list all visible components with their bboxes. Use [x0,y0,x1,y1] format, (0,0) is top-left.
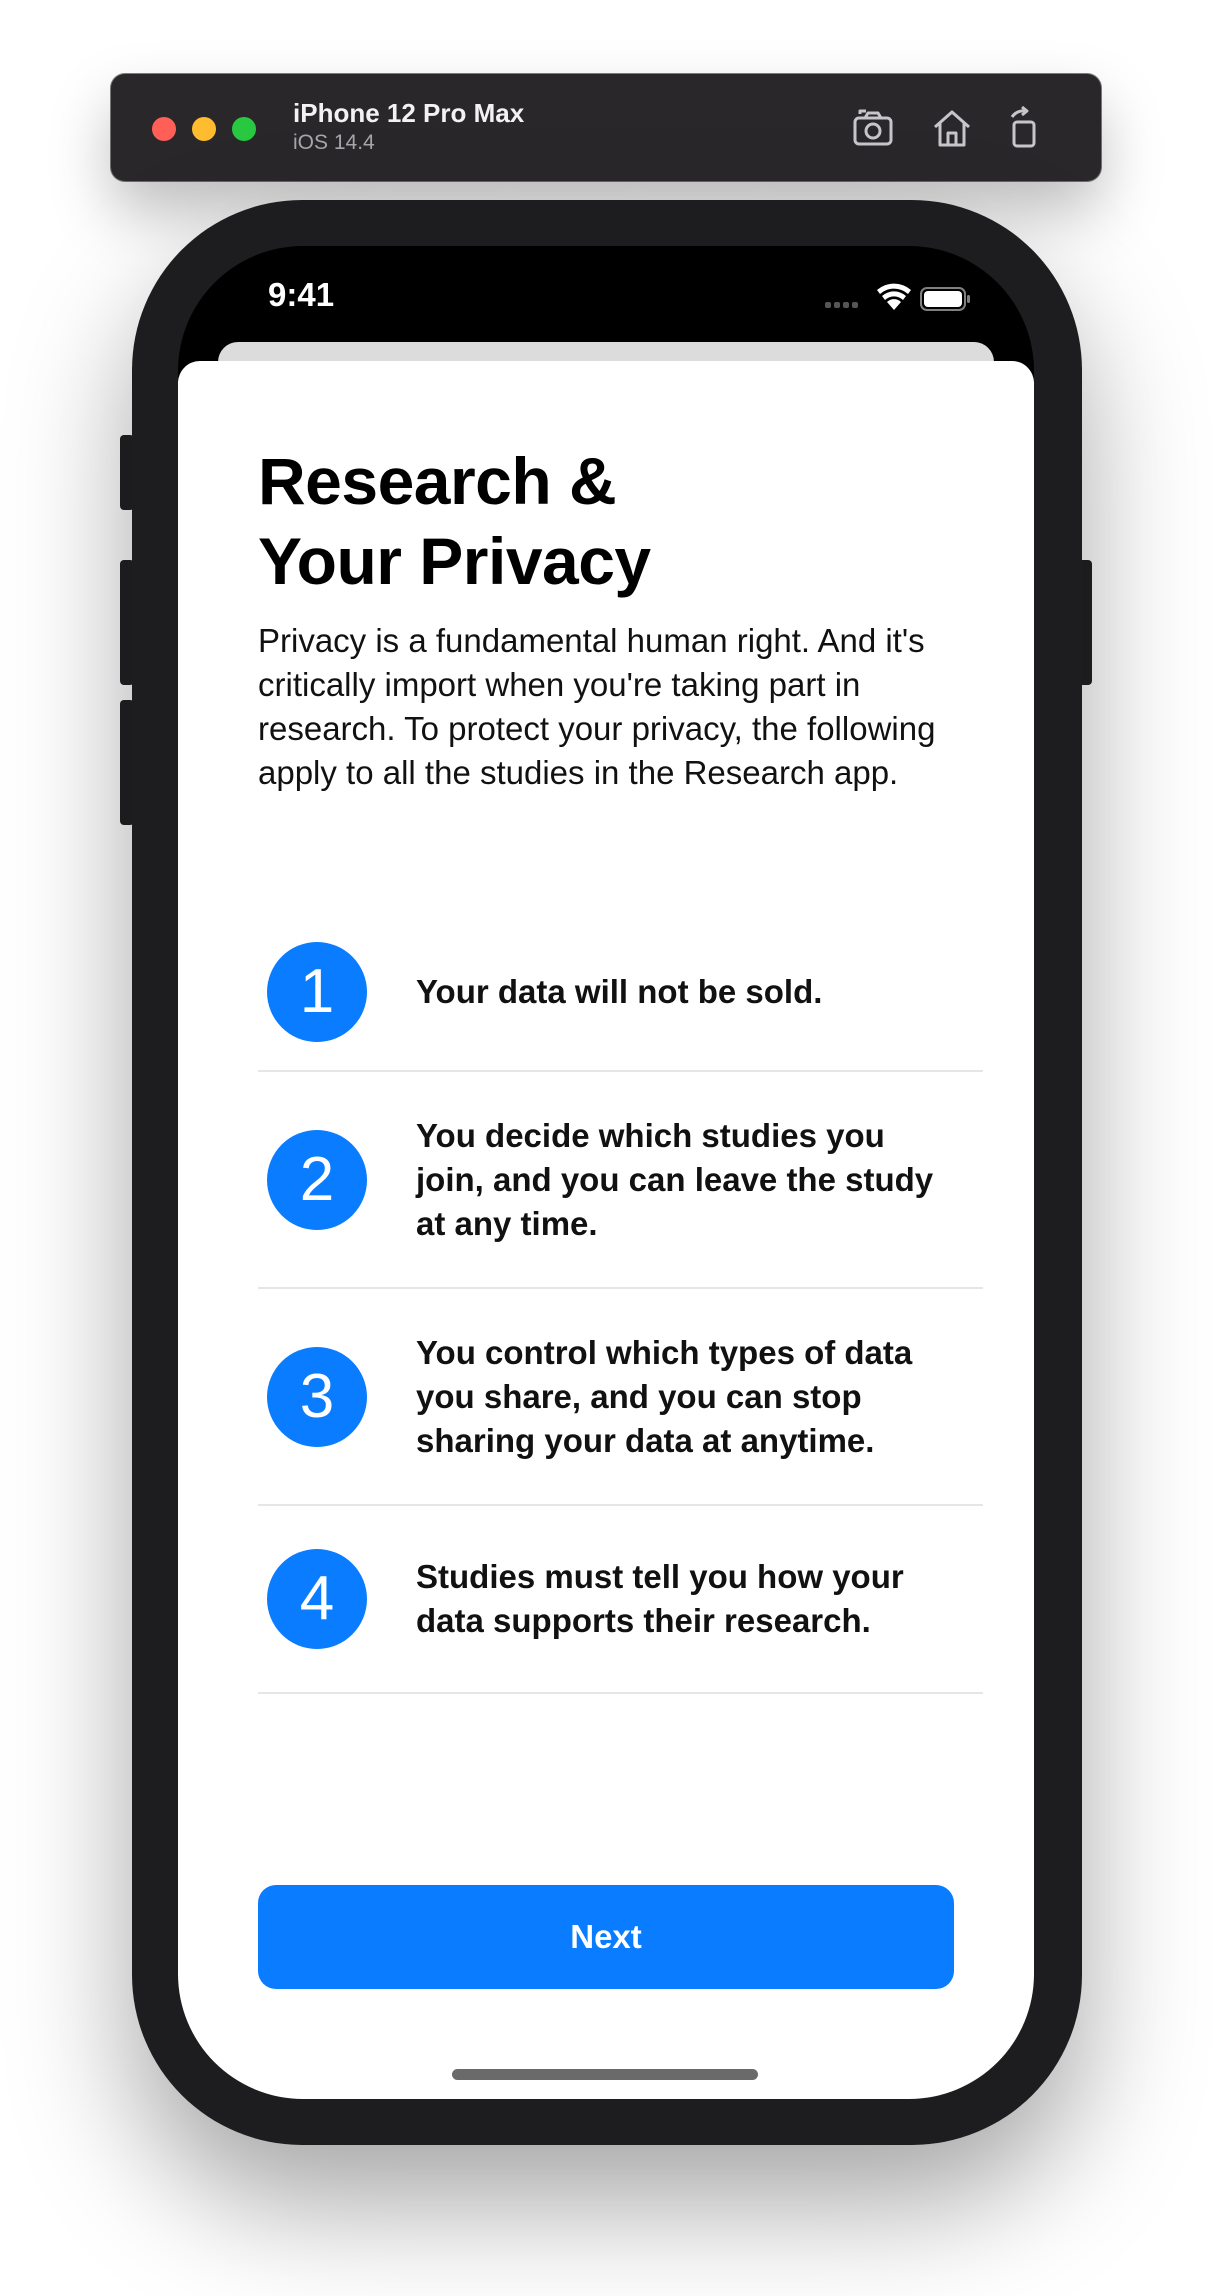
status-time: 9:41 [268,276,335,313]
list-item: 1 Your data will not be sold. [258,913,983,1072]
list-item-text: Your data will not be sold. [416,973,823,1010]
list-item-text: Studies must tell you how your data supp… [416,1558,904,1639]
notch [394,246,816,312]
title-line-1: Research & [258,444,617,518]
number-badge: 3 [267,1347,367,1447]
minimize-window-button[interactable] [192,117,216,141]
number-badge: 2 [267,1130,367,1230]
intro-text: Privacy is a fundamental human right. An… [258,622,936,791]
status-icons [825,282,985,319]
privacy-sheet: Research & Your Privacy Privacy is a fun… [178,361,1034,2099]
zoom-window-button[interactable] [232,117,256,141]
signal-icon [825,302,858,308]
list-item-text: You decide which studies you join, and y… [416,1117,934,1242]
battery-icon [920,287,970,311]
list-item: 3 You control which types of data you sh… [258,1289,983,1506]
home-indicator[interactable] [452,2069,758,2080]
list-item: 2 You decide which studies you join, and… [258,1072,983,1289]
title-line-2: Your Privacy [258,524,651,598]
page-title: Research & Your Privacy [258,441,958,601]
list-item: 4 Studies must tell you how your data su… [258,1506,983,1694]
home-icon[interactable] [928,104,976,152]
device-name: iPhone 12 Pro Max [293,98,525,128]
close-window-button[interactable] [152,117,176,141]
rotate-icon[interactable] [1000,104,1048,152]
number-badge: 4 [267,1549,367,1649]
number-badge: 1 [267,942,367,1042]
device-os-version: iOS 14.4 [293,131,375,154]
wifi-icon [877,283,911,310]
next-button[interactable]: Next [258,1885,954,1989]
list-item-text: You control which types of data you shar… [416,1334,913,1459]
screenshot-icon[interactable] [850,104,898,152]
